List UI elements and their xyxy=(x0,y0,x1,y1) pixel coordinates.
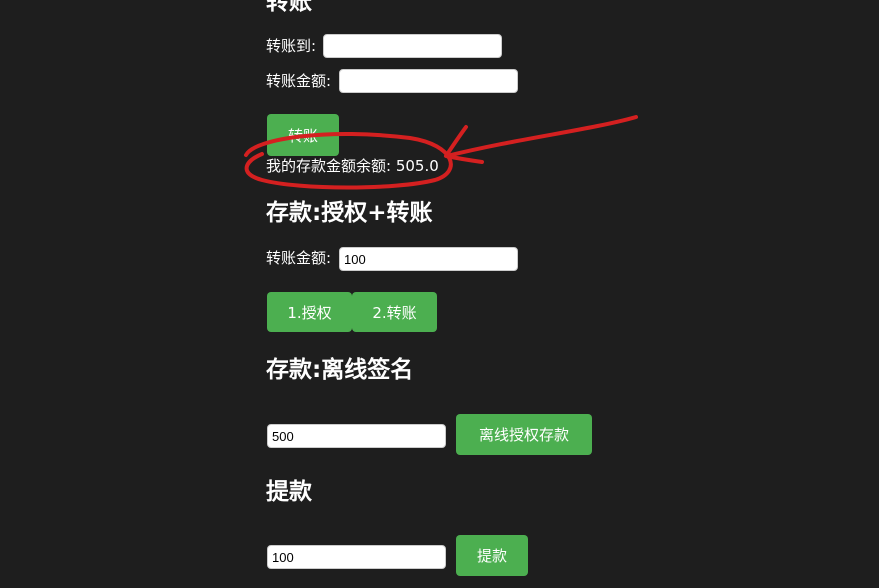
deposit-amount-input[interactable] xyxy=(339,247,518,271)
offline-amount-input[interactable] xyxy=(267,424,446,448)
withdraw-amount-input[interactable] xyxy=(267,545,446,569)
deposit-offline-section-title: 存款:离线签名 xyxy=(266,357,414,383)
transfer-to-input[interactable] xyxy=(323,34,502,58)
arrow-head-icon xyxy=(444,125,484,164)
deposit-approve-section-title: 存款:授权+转账 xyxy=(266,200,433,226)
transfer-section-title: 转账 xyxy=(266,0,312,15)
deposit-transfer-button[interactable]: 2.转账 xyxy=(352,292,437,332)
offline-deposit-button[interactable]: 离线授权存款 xyxy=(456,414,592,455)
transfer-amount-input[interactable] xyxy=(339,69,518,93)
approve-button[interactable]: 1.授权 xyxy=(267,292,352,332)
transfer-button[interactable]: 转账 xyxy=(267,114,339,156)
deposit-amount-label: 转账金额: xyxy=(266,249,332,267)
arrow-line-icon xyxy=(445,115,638,158)
withdraw-section-title: 提款 xyxy=(266,479,312,505)
page: 转账 转账到: 转账金额: 转账 我的存款金额余额: 505.0 存款:授权+转… xyxy=(0,0,879,588)
transfer-to-label: 转账到: xyxy=(266,37,317,55)
withdraw-button[interactable]: 提款 xyxy=(456,535,528,576)
balance-text: 我的存款金额余额: 505.0 xyxy=(266,156,439,176)
balance-label: 我的存款金额余额: xyxy=(266,157,392,175)
balance-value: 505.0 xyxy=(395,157,439,175)
transfer-amount-label: 转账金额: xyxy=(266,72,332,90)
